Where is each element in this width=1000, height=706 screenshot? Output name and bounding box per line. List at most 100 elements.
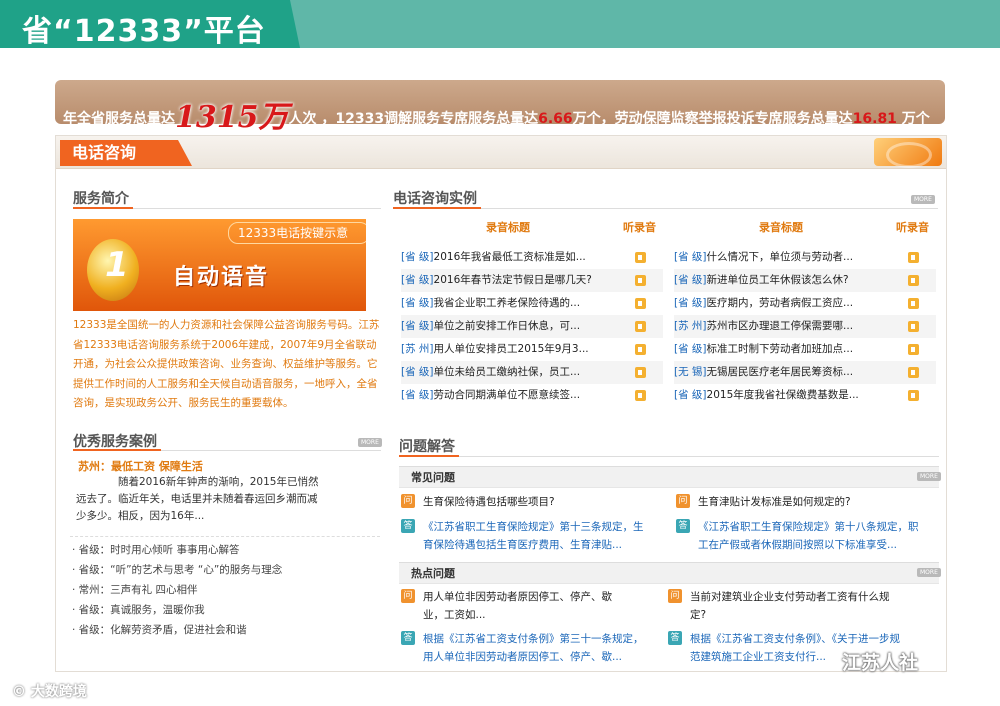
row-tag: [省 级]: [674, 389, 707, 401]
examples-table-left: 录音标题 听录音 [省 级]2016年我省最低工资标准是如... [省 级]20…: [401, 216, 663, 411]
cases-list: · 省级：时时用心倾听 事事用心解答 · 省级：“听”的艺术与思考 “心”的服务…: [72, 540, 282, 640]
answer-icon: 答: [401, 519, 415, 533]
example-row[interactable]: [省 级]单位之前安排工作日休息，可...: [401, 315, 663, 338]
row-title[interactable]: 新进单位员工年休假该怎么休?: [707, 274, 849, 286]
speaker-icon[interactable]: [635, 252, 646, 263]
example-row[interactable]: [苏 州]苏州市区办理退工停保需要哪...: [674, 315, 936, 338]
speaker-icon[interactable]: [908, 252, 919, 263]
example-row[interactable]: [省 级]2016年春节法定节假日是哪几天?: [401, 269, 663, 292]
example-row[interactable]: [省 级]我省企业职工养老保险待遇的...: [401, 292, 663, 315]
row-title[interactable]: 单位未给员工缴纳社保，员工...: [434, 366, 581, 378]
row-title[interactable]: 无锡居民医疗老年居民筹资标...: [707, 366, 854, 378]
row-title[interactable]: 单位之前安排工作日休息，可...: [434, 320, 581, 332]
hot-q-right[interactable]: 问 当前对建筑业企业支付劳动者工资有什么规 定?: [668, 588, 938, 626]
promo-main-text: 自动语音: [173, 265, 270, 290]
question-line-1[interactable]: 用人单位非因劳动者原因停工、停产、歇: [423, 588, 612, 606]
row-tag: [苏 州]: [401, 343, 434, 355]
cases-more-button[interactable]: MORE: [358, 438, 382, 447]
speaker-icon[interactable]: [908, 298, 919, 309]
qa-underline: [399, 455, 459, 457]
speaker-icon[interactable]: [908, 367, 919, 378]
row-title[interactable]: 标准工时制下劳动者加班加点...: [707, 343, 854, 355]
voice-promo-banner[interactable]: 12333电话按键示意 1 自动语音: [73, 219, 366, 311]
answer-line-1[interactable]: 《江苏省职工生育保险规定》第十八条规定，职: [698, 518, 919, 536]
speaker-icon[interactable]: [908, 275, 919, 286]
answer-line-2[interactable]: 用人单位非因劳动者原因停工、停产、歇...: [423, 648, 622, 666]
panel-header: 电话咨询: [56, 136, 946, 169]
col-recording-title: 录音标题: [486, 221, 530, 234]
case-item[interactable]: · 省级：化解劳资矛盾，促进社会和谐: [72, 620, 282, 640]
row-title[interactable]: 2016年春节法定节假日是哪几天?: [434, 274, 592, 286]
answer-line-2[interactable]: 育保险待遇包括生育医疗费用、生育津贴...: [423, 536, 622, 554]
row-title[interactable]: 医疗期内，劳动者病假工资应...: [707, 297, 854, 309]
speaker-icon[interactable]: [635, 344, 646, 355]
question-line-2[interactable]: 定?: [690, 606, 706, 624]
common-a-right[interactable]: 答 《江苏省职工生育保险规定》第十八条规定，职 工在产假或者休假期间按照以下标准…: [676, 518, 941, 556]
speaker-icon[interactable]: [635, 367, 646, 378]
example-row[interactable]: [苏 州]用人单位安排员工2015年9月3...: [401, 338, 663, 361]
speaker-icon[interactable]: [635, 275, 646, 286]
stats-banner: 年全省服务总量达1315万人次 ，12333调解服务专席服务总量达6.66万个，…: [55, 80, 945, 135]
row-title[interactable]: 什么情况下，单位须与劳动者...: [707, 251, 854, 263]
hot-a-left[interactable]: 答 根据《江苏省工资支付条例》第三十一条规定， 用人单位非因劳动者原因停工、停产…: [401, 630, 671, 668]
example-row[interactable]: [省 级]医疗期内，劳动者病假工资应...: [674, 292, 936, 315]
answer-line-2[interactable]: 范建筑施工企业工资支付行...: [690, 648, 826, 666]
tab-phone-consult[interactable]: 电话咨询: [60, 140, 192, 166]
hot-q-left[interactable]: 问 用人单位非因劳动者原因停工、停产、歇 业，工资如...: [401, 588, 661, 626]
row-title[interactable]: 2015年度我省社保缴费基数是...: [707, 389, 859, 401]
example-row[interactable]: [省 级]标准工时制下劳动者加班加点...: [674, 338, 936, 361]
featured-case-title[interactable]: 苏州：最低工资 保障生活: [78, 458, 203, 474]
example-row[interactable]: [省 级]单位未给员工缴纳社保，员工...: [401, 361, 663, 384]
example-row[interactable]: [省 级]2015年度我省社保缴费基数是...: [674, 384, 936, 407]
stats-complaints: 16.81: [852, 111, 897, 127]
speaker-icon[interactable]: [908, 344, 919, 355]
speaker-icon[interactable]: [635, 321, 646, 332]
answer-icon: 答: [668, 631, 682, 645]
service-intro-text: 12333是全国统一的人力资源和社会保障公益咨询服务号码。江苏省12333电话咨…: [73, 319, 380, 410]
speaker-icon[interactable]: [908, 390, 919, 401]
answer-line-1[interactable]: 根据《江苏省工资支付条例》第三十一条规定，: [423, 630, 644, 648]
hot-questions-label[interactable]: 热点问题: [411, 565, 455, 581]
speaker-icon[interactable]: [908, 321, 919, 332]
examples-more-button[interactable]: MORE: [911, 195, 935, 204]
row-title[interactable]: 我省企业职工养老保险待遇的...: [434, 297, 581, 309]
stats-part4: 万个: [896, 111, 930, 127]
case-item[interactable]: · 常州：三声有礼 四心相伴: [72, 580, 282, 600]
example-row[interactable]: [省 级]劳动合同期满单位不愿意续签...: [401, 384, 663, 407]
row-tag: [省 级]: [674, 343, 707, 355]
service-intro-title: 服务简介: [73, 191, 129, 207]
speaker-icon[interactable]: [635, 298, 646, 309]
example-row[interactable]: [省 级]新进单位员工年休假该怎么休?: [674, 269, 936, 292]
row-title[interactable]: 用人单位安排员工2015年9月3...: [434, 343, 589, 355]
cases-dash-divider: [70, 536, 380, 537]
stats-part3: 万个，劳动保障监察举报投诉专席服务总量达: [572, 111, 853, 127]
watermark-left: © 大数跨境: [12, 684, 87, 700]
common-more-button[interactable]: MORE: [917, 472, 941, 481]
question-line-2[interactable]: 业，工资如...: [423, 606, 486, 624]
hot-more-button[interactable]: MORE: [917, 568, 941, 577]
case-item[interactable]: · 省级：真诚服务，温暖你我: [72, 600, 282, 620]
question-line-1[interactable]: 当前对建筑业企业支付劳动者工资有什么规: [690, 588, 890, 606]
common-q-right[interactable]: 问 生育津贴计发标准是如何规定的?: [676, 493, 936, 513]
example-row[interactable]: [省 级]2016年我省最低工资标准是如...: [401, 246, 663, 269]
row-title[interactable]: 劳动合同期满单位不愿意续签...: [434, 389, 581, 401]
answer-line-1[interactable]: 《江苏省职工生育保险规定》第十三条规定，生: [423, 518, 644, 536]
qa-divider: [399, 456, 939, 457]
question-text[interactable]: 生育保险待遇包括哪些项目?: [423, 493, 555, 511]
stats-part2: 人次 ，12333调解服务专席服务总量达: [288, 111, 539, 127]
common-questions-label[interactable]: 常见问题: [411, 469, 455, 485]
answer-line-2[interactable]: 工在产假或者休假期间按照以下标准享受...: [698, 536, 897, 554]
row-title[interactable]: 2016年我省最低工资标准是如...: [434, 251, 586, 263]
example-row[interactable]: [省 级]什么情况下，单位须与劳动者...: [674, 246, 936, 269]
row-title[interactable]: 苏州市区办理退工停保需要哪...: [707, 320, 854, 332]
case-item[interactable]: · 省级：时时用心倾听 事事用心解答: [72, 540, 282, 560]
question-text[interactable]: 生育津贴计发标准是如何规定的?: [698, 493, 851, 511]
common-q-left[interactable]: 问 生育保险待遇包括哪些项目?: [401, 493, 661, 513]
case-item[interactable]: · 省级：“听”的艺术与思考 “心”的服务与理念: [72, 560, 282, 580]
example-row[interactable]: [无 锡]无锡居民医疗老年居民筹资标...: [674, 361, 936, 384]
answer-line-1[interactable]: 根据《江苏省工资支付条例》、《关于进一步规: [690, 630, 900, 648]
answer-icon: 答: [676, 519, 690, 533]
common-a-left[interactable]: 答 《江苏省职工生育保险规定》第十三条规定，生 育保险待遇包括生育医疗费用、生育…: [401, 518, 671, 556]
col-recording-title: 录音标题: [759, 221, 803, 234]
speaker-icon[interactable]: [635, 390, 646, 401]
